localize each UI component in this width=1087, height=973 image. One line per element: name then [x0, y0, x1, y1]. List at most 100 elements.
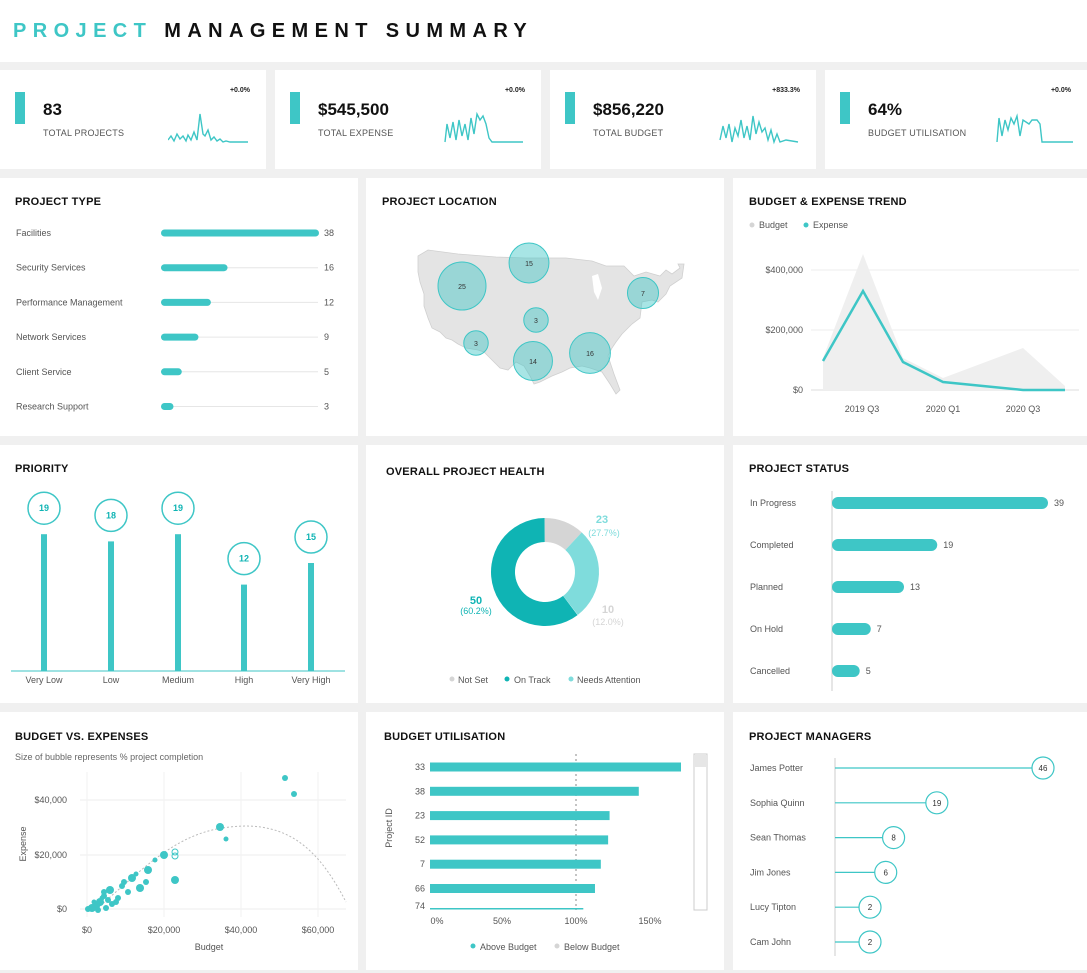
utilisation-bar: [430, 762, 681, 772]
manager-name: Lucy Tipton: [750, 902, 796, 912]
project-type-value: 9: [324, 332, 329, 342]
x-tick-label: 150%: [638, 916, 661, 926]
kpi-accent-bar: [290, 92, 300, 124]
manager-name: Sophia Quinn: [750, 798, 805, 808]
scrollbar-track[interactable]: [693, 753, 708, 911]
status-label: Planned: [750, 582, 783, 592]
kpi-accent-bar: [565, 92, 575, 124]
status-bar: [832, 539, 938, 551]
priority-label: Very High: [291, 675, 330, 685]
status-chart: In Progress 39 Completed 19 Planned 13 On Hold…: [750, 491, 1064, 691]
kpi-change: +0.0%: [229, 87, 250, 94]
project-health-panel: OVERALL PROJECT HEALTH 50 (60.2%) 23 (27…: [366, 445, 724, 703]
bubble-point: [282, 775, 288, 781]
bubble-point: [216, 823, 224, 831]
manager-name: Cam John: [750, 937, 791, 947]
utilisation-id: 38: [415, 786, 425, 796]
project-location-panel: PROJECT LOCATION 25 15 7 3 3 14 16: [366, 178, 724, 436]
x-tick-label: 50%: [493, 916, 511, 926]
kpi-value: 83: [43, 100, 62, 119]
project-type-bar: [161, 229, 319, 237]
legend-needs-attention-label: Needs Attention: [577, 675, 641, 685]
title-main: MANAGEMENT SUMMARY: [164, 20, 534, 42]
legend-below-dot: [554, 943, 560, 949]
bubble-point: [152, 857, 158, 863]
manager-name: James Potter: [750, 763, 803, 773]
page-title: PROJECT MANAGEMENT SUMMARY: [13, 20, 533, 43]
project-type-value: 16: [324, 263, 334, 273]
manager-value: 8: [891, 834, 896, 843]
priority-value: 15: [306, 532, 316, 542]
y-axis-label: Expense: [18, 826, 28, 861]
bubble-point: [143, 879, 149, 885]
priority-panel: PRIORITY 19 Very Low 18 Low 19 Medium 12 High 15…: [0, 445, 358, 703]
location-bubble-value: 15: [525, 261, 533, 268]
legend-not-set-dot: [449, 676, 455, 682]
status-bar: [832, 665, 860, 677]
priority-value: 12: [239, 554, 249, 564]
legend-above-label: Above Budget: [480, 942, 537, 952]
project-type-label: Research Support: [16, 402, 89, 412]
scrollbar-thumb[interactable]: [695, 755, 706, 767]
legend-budget-dot: [749, 222, 755, 228]
bubble-point: [91, 899, 97, 905]
x-tick-label: 2020 Q3: [1006, 404, 1041, 414]
kpi-value: $856,220: [593, 100, 664, 119]
kpi-label: TOTAL BUDGET: [593, 128, 664, 138]
health-needs-attention-value: 23: [596, 514, 608, 526]
project-type-bar: [161, 368, 182, 376]
us-map: 25 15 7 3 3 14 16: [417, 242, 685, 395]
project-type-label: Network Services: [16, 332, 87, 342]
status-label: Cancelled: [750, 666, 790, 676]
location-bubble-value: 25: [458, 284, 466, 291]
project-type-bar: [161, 264, 228, 272]
health-needs-attention-pct: (27.7%): [588, 528, 620, 538]
utilisation-bar: [430, 786, 639, 796]
location-bubble-value: 14: [529, 359, 537, 366]
project-type-value: 38: [324, 228, 334, 238]
status-label: Completed: [750, 540, 794, 550]
bubble-points: [85, 775, 297, 913]
priority-bar: [41, 534, 47, 671]
priority-label: Medium: [162, 675, 194, 685]
kpi-sparkline: [444, 111, 523, 143]
health-on-track-pct: (60.2%): [460, 606, 492, 616]
bubble-point: [160, 851, 168, 859]
utilisation-bar: [430, 811, 610, 821]
manager-name: Jim Jones: [750, 867, 791, 877]
priority-label: High: [235, 675, 254, 685]
legend-needs-attention-dot: [568, 676, 574, 682]
header-bar: PROJECT MANAGEMENT SUMMARY: [0, 0, 1087, 62]
legend-expense-dot: [803, 222, 809, 228]
bubble-point: [144, 866, 152, 874]
bubble-point: [171, 876, 179, 884]
kpi-sparkline: [719, 115, 799, 145]
x-tick-label: 0%: [430, 916, 443, 926]
project-type-bar: [161, 298, 211, 306]
kpi-sparkline: [996, 113, 1073, 143]
project-type-chart: Facilities 38 Security Services 16 Performan…: [16, 228, 334, 412]
status-value: 7: [877, 624, 882, 634]
priority-bar: [108, 541, 114, 671]
bubble-point: [133, 871, 139, 877]
priority-bar: [175, 534, 181, 671]
managers-chart: James Potter 46 Sophia Quinn 19 Sean Thomas 8…: [750, 756, 1055, 956]
utilisation-id: 74: [415, 901, 425, 911]
bubble-point: [121, 879, 127, 885]
y-tick-label: $0: [57, 904, 67, 914]
legend-budget-label: Budget: [759, 220, 788, 230]
x-tick-label: $40,000: [225, 925, 258, 935]
project-type-label: Security Services: [16, 263, 86, 273]
status-bar: [832, 497, 1048, 509]
bubble-point: [171, 852, 179, 860]
manager-value: 19: [932, 799, 941, 808]
priority-chart: 19 Very Low 18 Low 19 Medium 12 High 15 Very High: [11, 491, 345, 685]
kpi-change: +0.0%: [1050, 87, 1071, 94]
budget-expense-trend-panel: BUDGET & EXPENSE TREND Budget Expense $4…: [733, 178, 1087, 436]
status-label: In Progress: [750, 498, 797, 508]
priority-value: 18: [106, 510, 116, 520]
location-bubble-value: 7: [641, 291, 645, 298]
status-bar: [832, 581, 904, 593]
project-managers-panel: PROJECT MANAGERS James Potter 46 Sophia Qu…: [733, 712, 1087, 970]
legend-not-set-label: Not Set: [458, 675, 489, 685]
